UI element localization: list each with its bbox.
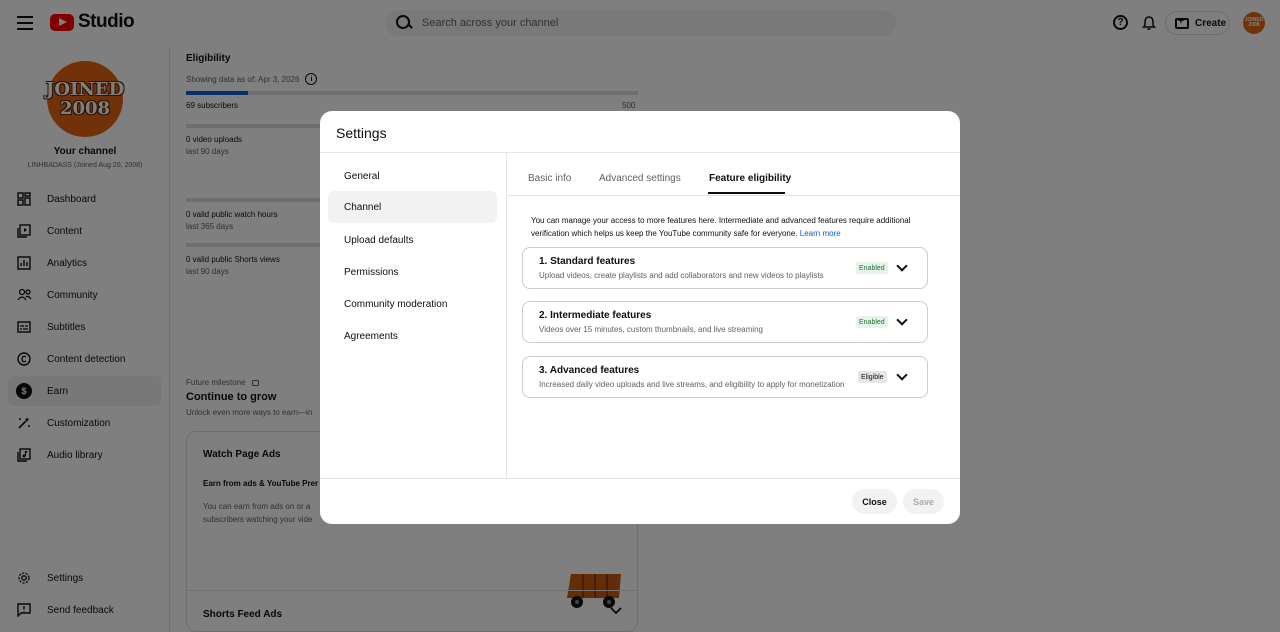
status-badge: Enabled xyxy=(856,316,888,328)
tab-basic-info[interactable]: Basic info xyxy=(528,173,571,184)
active-tab-indicator xyxy=(708,192,785,194)
settings-nav-agreements[interactable]: Agreements xyxy=(328,320,497,352)
feature-description: Videos over 15 minutes, custom thumbnail… xyxy=(539,325,763,334)
chevron-down-icon[interactable] xyxy=(895,369,909,383)
settings-nav-channel[interactable]: Channel xyxy=(328,191,497,223)
save-button[interactable]: Save xyxy=(903,489,944,514)
feature-title: 2. Intermediate features xyxy=(539,310,652,321)
feature-standard[interactable]: 1. Standard features Upload videos, crea… xyxy=(522,247,928,289)
dialog-title: Settings xyxy=(336,125,387,141)
feature-title: 3. Advanced features xyxy=(539,365,640,376)
chevron-down-icon[interactable] xyxy=(895,314,909,328)
close-button[interactable]: Close xyxy=(852,489,897,514)
dialog-divider-vertical xyxy=(506,152,507,478)
settings-dialog: Settings General Channel Upload defaults… xyxy=(320,111,960,524)
feature-advanced[interactable]: 3. Advanced features Increased daily vid… xyxy=(522,356,928,398)
tab-advanced-settings[interactable]: Advanced settings xyxy=(599,173,681,184)
settings-nav-upload-defaults[interactable]: Upload defaults xyxy=(328,224,497,256)
status-badge: Enabled xyxy=(856,262,888,274)
feature-title: 1. Standard features xyxy=(539,256,636,267)
settings-nav-community-moderation[interactable]: Community moderation xyxy=(328,288,497,320)
tabs-divider xyxy=(507,195,960,196)
chevron-down-icon[interactable] xyxy=(895,260,909,274)
feature-intro: You can manage your access to more featu… xyxy=(531,214,921,240)
dialog-divider-bottom xyxy=(320,478,960,479)
settings-nav-general[interactable]: General xyxy=(328,160,497,192)
feature-description: Upload videos, create playlists and add … xyxy=(539,271,824,280)
dialog-divider-top xyxy=(320,152,960,153)
feature-description: Increased daily video uploads and live s… xyxy=(539,380,845,389)
tab-feature-eligibility[interactable]: Feature eligibility xyxy=(709,173,791,184)
status-badge: Eligible xyxy=(858,371,887,383)
settings-nav-permissions[interactable]: Permissions xyxy=(328,256,497,288)
feature-intermediate[interactable]: 2. Intermediate features Videos over 15 … xyxy=(522,301,928,343)
learn-more-link[interactable]: Learn more xyxy=(800,229,841,238)
feature-intro-text: You can manage your access to more featu… xyxy=(531,216,911,238)
